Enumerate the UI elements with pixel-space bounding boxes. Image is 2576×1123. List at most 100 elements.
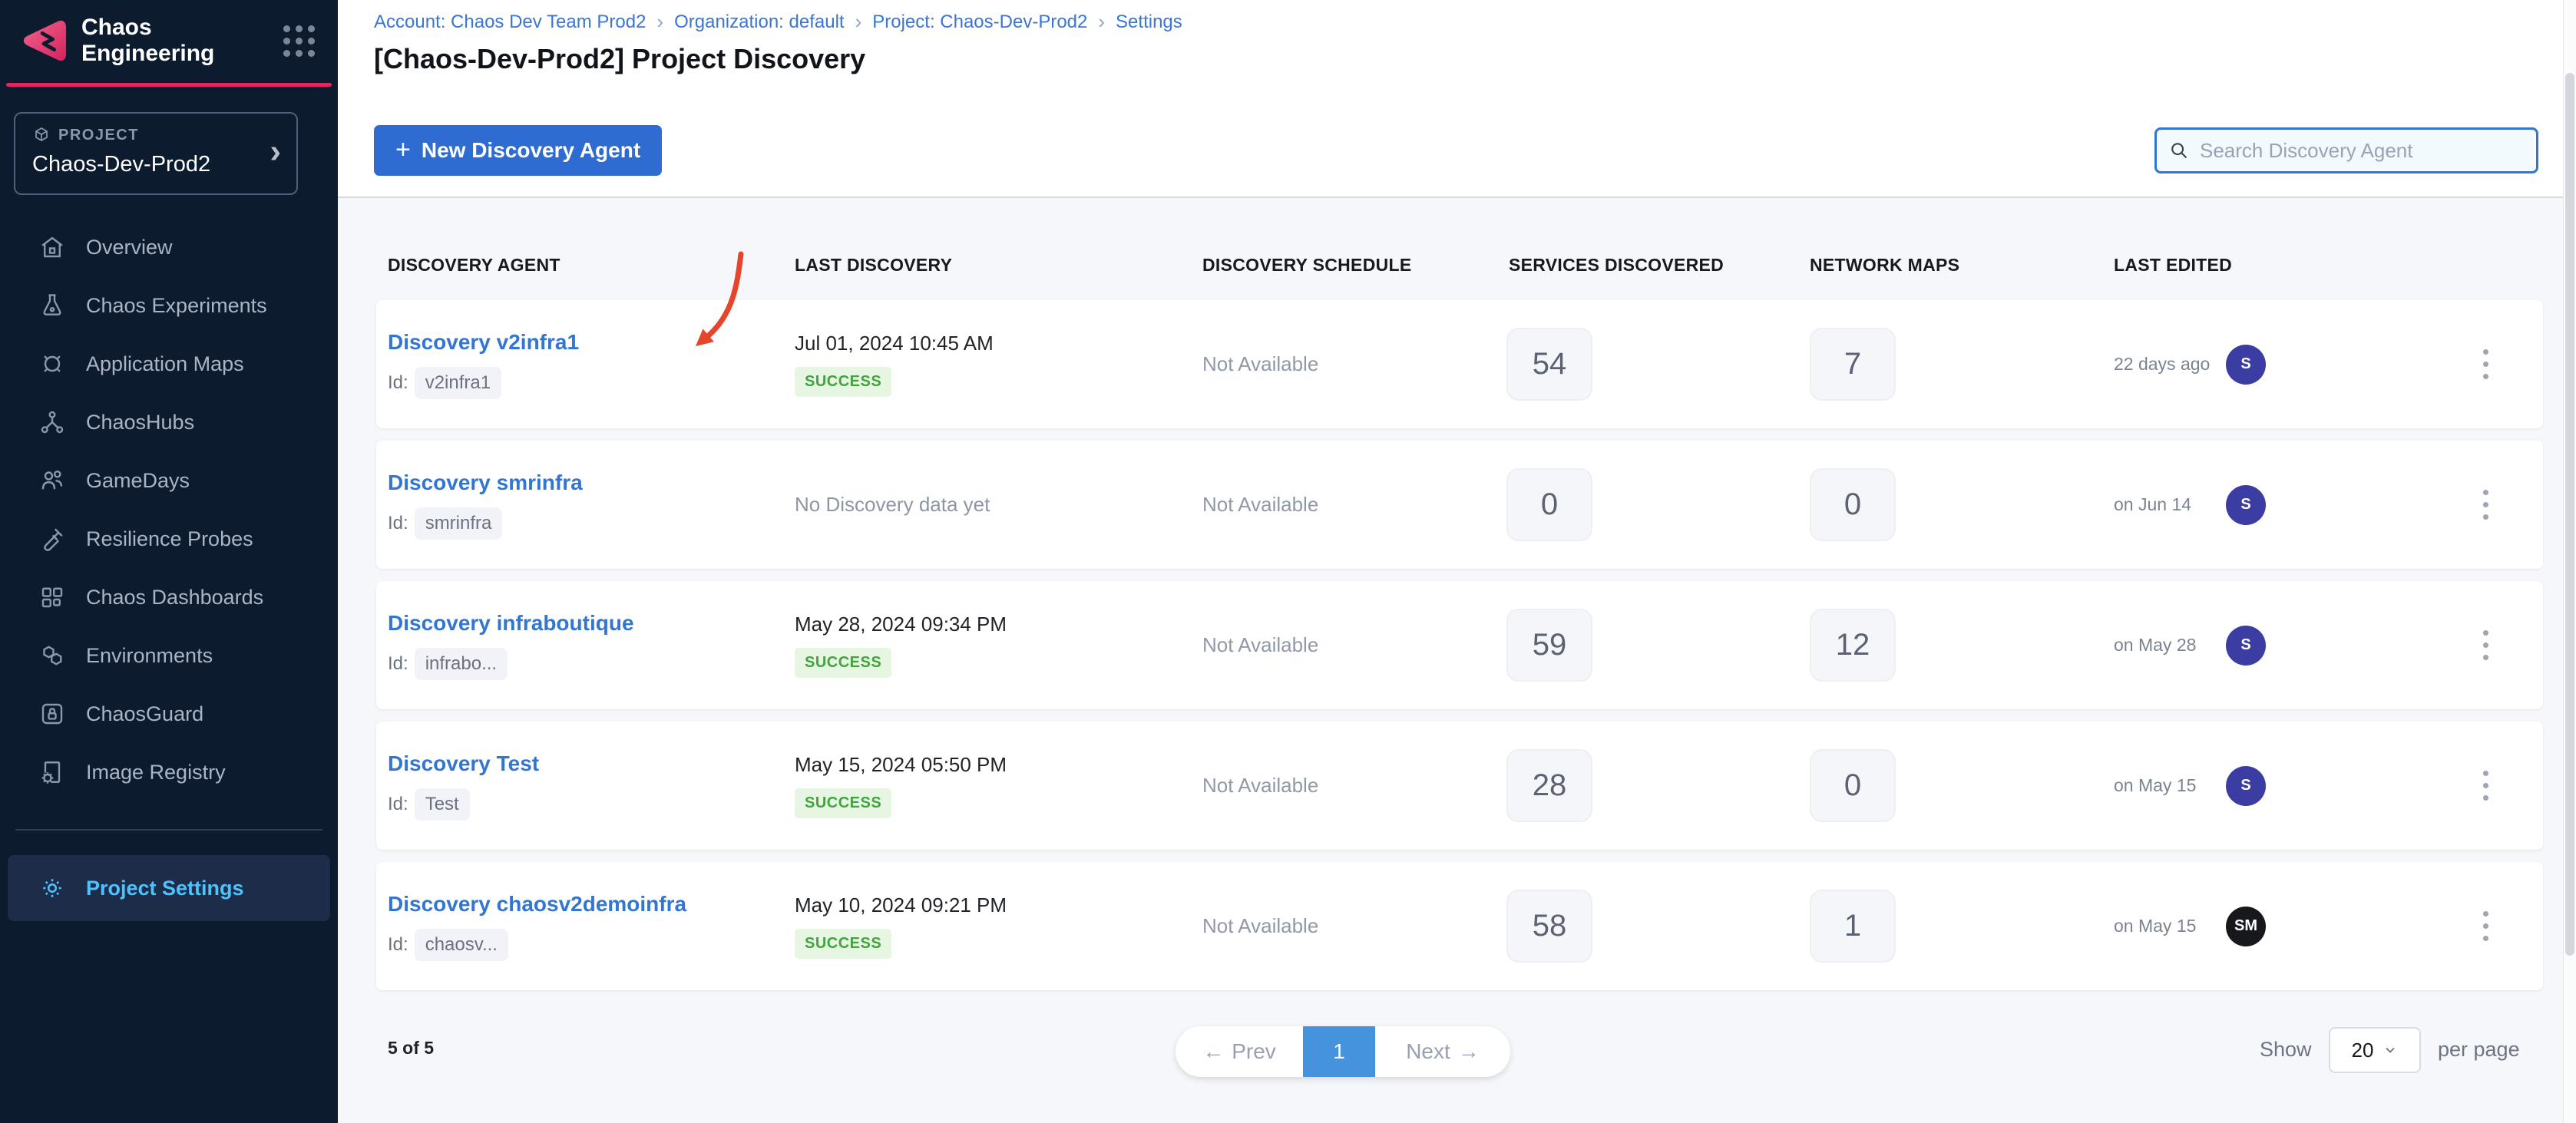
agent-cell: Discovery smrinfra Id:smrinfra <box>388 441 583 569</box>
agent-cell: Discovery Test Id:Test <box>388 722 539 850</box>
row-menu-button[interactable] <box>2472 441 2498 569</box>
per-page-label: per page <box>2438 1038 2520 1062</box>
sidebar-item-label: Chaos Experiments <box>86 294 267 318</box>
table-row: Discovery infraboutique Id:infrabo... Ma… <box>376 581 2543 709</box>
sidebar-item-chaos-experiments[interactable]: Chaos Experiments <box>0 276 338 335</box>
last-edited-time: on Jun 14 <box>2114 494 2211 515</box>
page-header: Account: Chaos Dev Team Prod2 › Organiza… <box>338 0 2576 198</box>
search-icon <box>2168 139 2191 162</box>
page-number-active[interactable]: 1 <box>1303 1026 1375 1077</box>
breadcrumb-project[interactable]: Project: Chaos-Dev-Prod2 <box>872 12 1087 33</box>
row-menu-button[interactable] <box>2472 581 2498 709</box>
row-count-summary: 5 of 5 <box>388 1038 434 1059</box>
agent-id-prefix: Id: <box>388 794 408 815</box>
network-maps-count: 0 <box>1810 468 1896 541</box>
new-discovery-agent-button[interactable]: + New Discovery Agent <box>374 125 662 176</box>
last-edited-cell: 22 days ago S <box>2114 300 2266 428</box>
discovery-schedule-cell: Not Available <box>1202 862 1318 990</box>
sidebar-item-overview[interactable]: Overview <box>0 218 338 276</box>
sidebar-item-chaosguard[interactable]: ChaosGuard <box>0 685 338 743</box>
table-row: Discovery Test Id:Test May 15, 2024 05:5… <box>376 722 2543 850</box>
project-name: Chaos-Dev-Prod2 <box>32 152 279 177</box>
project-label-row: PROJECT <box>32 126 279 144</box>
sidebar-item-label: Application Maps <box>86 352 244 376</box>
sidebar-item-project-settings[interactable]: Project Settings <box>8 855 330 921</box>
table-row: Discovery v2infra1 Id:v2infra1 Jul 01, 2… <box>376 300 2543 428</box>
network-maps-cell: 12 <box>1810 581 1896 709</box>
app-switcher-icon[interactable] <box>283 25 315 57</box>
discovery-schedule-cell: Not Available <box>1202 300 1318 428</box>
status-badge: SUCCESS <box>795 648 891 678</box>
sidebar-item-label: Chaos Dashboards <box>86 586 263 609</box>
avatar: S <box>2226 485 2266 525</box>
chevron-separator-icon: › <box>1098 10 1105 34</box>
agent-id-prefix: Id: <box>388 372 408 394</box>
row-menu-button[interactable] <box>2472 722 2498 850</box>
next-label: Next <box>1406 1039 1450 1064</box>
target-icon <box>38 350 66 378</box>
table-row: Discovery chaosv2demoinfra Id:chaosv... … <box>376 862 2543 990</box>
agent-id: Id:infrabo... <box>388 648 508 680</box>
sidebar-item-gamedays[interactable]: GameDays <box>0 451 338 510</box>
discovery-agent-link[interactable]: Discovery Test <box>388 751 539 776</box>
services-count: 0 <box>1506 468 1592 541</box>
avatar: S <box>2226 626 2266 666</box>
status-badge: SUCCESS <box>795 929 891 959</box>
sidebar-item-chaoshubs[interactable]: ChaosHubs <box>0 393 338 451</box>
status-badge: SUCCESS <box>795 788 891 818</box>
breadcrumb-account[interactable]: Account: Chaos Dev Team Prod2 <box>374 12 646 33</box>
breadcrumb-settings[interactable]: Settings <box>1116 12 1182 33</box>
status-badge: SUCCESS <box>795 367 891 397</box>
sidebar-item-label: ChaosHubs <box>86 411 194 434</box>
scrollbar-thumb[interactable] <box>2565 73 2574 956</box>
last-edited-cell: on May 28 S <box>2114 581 2266 709</box>
agent-cell: Discovery chaosv2demoinfra Id:chaosv... <box>388 862 686 990</box>
discovery-agent-link[interactable]: Discovery chaosv2demoinfra <box>388 892 686 917</box>
agent-cell: Discovery v2infra1 Id:v2infra1 <box>388 300 579 428</box>
row-menu-button[interactable] <box>2472 862 2498 990</box>
app-root: Chaos Engineering PROJECT Chaos-Dev-Prod… <box>0 0 2576 1123</box>
discovery-schedule-cell: Not Available <box>1202 581 1318 709</box>
agent-id-value: chaosv... <box>415 929 508 961</box>
discovery-schedule-cell: Not Available <box>1202 722 1318 850</box>
project-selector[interactable]: PROJECT Chaos-Dev-Prod2 › <box>14 112 298 195</box>
arrow-left-icon: ← <box>1202 1039 1224 1064</box>
prev-page-button[interactable]: ← Prev <box>1176 1026 1303 1077</box>
breadcrumb-organization[interactable]: Organization: default <box>674 12 844 33</box>
services-discovered-cell: 54 <box>1506 300 1592 428</box>
cube-icon <box>32 126 51 144</box>
row-menu-button[interactable] <box>2472 300 2498 428</box>
scrollbar[interactable] <box>2563 0 2576 1123</box>
next-page-button[interactable]: Next → <box>1375 1026 1510 1077</box>
sidebar-item-resilience-probes[interactable]: Resilience Probes <box>0 510 338 568</box>
search-input[interactable] <box>2200 139 2525 163</box>
agent-id-prefix: Id: <box>388 513 408 534</box>
sidebar-header: Chaos Engineering <box>0 0 338 81</box>
discovery-agent-link[interactable]: Discovery infraboutique <box>388 611 634 636</box>
discovery-agent-link[interactable]: Discovery v2infra1 <box>388 330 579 355</box>
agent-id: Id:Test <box>388 788 470 821</box>
services-count: 58 <box>1506 890 1592 963</box>
sidebar-item-application-maps[interactable]: Application Maps <box>0 335 338 393</box>
discovery-agent-link[interactable]: Discovery smrinfra <box>388 471 583 495</box>
agent-id: Id:v2infra1 <box>388 367 501 399</box>
sidebar-item-label: Resilience Probes <box>86 527 253 551</box>
sidebar-item-chaos-dashboards[interactable]: Chaos Dashboards <box>0 568 338 626</box>
column-header-last-edited: LAST EDITED <box>2114 255 2232 276</box>
last-edited-time: on May 28 <box>2114 635 2211 656</box>
sidebar-item-image-registry[interactable]: Image Registry <box>0 743 338 801</box>
page-size-select[interactable]: 20 <box>2329 1027 2421 1073</box>
discovery-agents-table: DISCOVERY AGENT LAST DISCOVERY DISCOVERY… <box>338 200 2576 1123</box>
services-count: 54 <box>1506 328 1592 401</box>
sidebar-item-environments[interactable]: Environments <box>0 626 338 685</box>
network-maps-count: 0 <box>1810 749 1896 822</box>
sidebar-item-label: ChaosGuard <box>86 702 203 726</box>
last-discovery-cell: May 15, 2024 05:50 PM SUCCESS <box>795 722 1007 850</box>
services-count: 59 <box>1506 609 1592 682</box>
chevron-down-icon <box>2383 1042 2398 1058</box>
sidebar-item-label: Overview <box>86 236 173 259</box>
last-discovery-cell: No Discovery data yet <box>795 441 990 569</box>
last-discovery-date: May 15, 2024 05:50 PM <box>795 753 1007 777</box>
last-discovery-date: May 28, 2024 09:34 PM <box>795 613 1007 636</box>
last-edited-time: 22 days ago <box>2114 354 2211 375</box>
